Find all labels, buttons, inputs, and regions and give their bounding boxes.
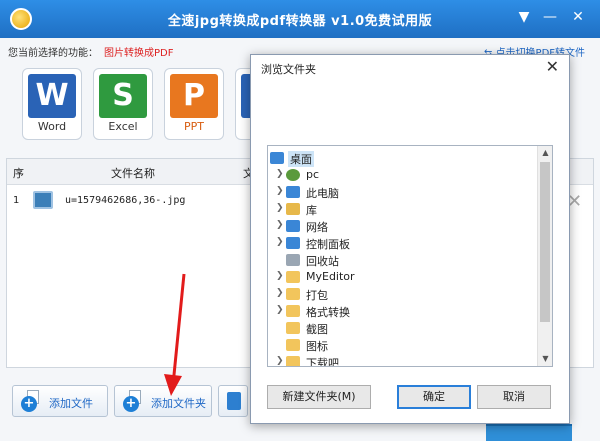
folder-tree: 桌面 ❯ pc ❯ 此电脑 ❯ 库 ❯ 网络 ❯ 控制面板 回收站 ❯ MyEditor ❯ 打包 ❯ 格式转换截… [267, 145, 553, 367]
app-window: 全速jpg转换成pdf转换器 v1.0免费试用版 ▼ — ✕ 您当前选择的功能：… [0, 0, 600, 441]
tree-item[interactable]: ❯ 库 [268, 201, 538, 218]
tree-item-label: 下载吧 [306, 357, 339, 367]
tree-item-label: 桌面 [288, 151, 314, 167]
scroll-up-icon[interactable]: ▲ [538, 146, 552, 160]
tree-item-label: 网络 [306, 221, 328, 234]
tree-item[interactable]: 图标 [268, 337, 538, 354]
tree-item-label: 图标 [306, 340, 328, 353]
folder-icon [286, 356, 300, 366]
scroll-thumb[interactable] [540, 162, 550, 322]
tree-item[interactable]: 截图 [268, 320, 538, 337]
add-file-button[interactable]: + 添加文件 [12, 385, 108, 417]
folder-icon [286, 305, 300, 317]
tree-item[interactable]: 回收站 [268, 252, 538, 269]
tree-item-label: 回收站 [306, 255, 339, 268]
ok-button[interactable]: 确定 [397, 385, 471, 409]
tree-item[interactable]: ❯ 网络 [268, 218, 538, 235]
word-icon: W [28, 74, 76, 118]
scroll-down-icon[interactable]: ▼ [538, 352, 552, 366]
tree-item-label: 库 [306, 204, 317, 217]
library-icon [286, 203, 300, 215]
tile-label: Excel [108, 120, 138, 133]
cancel-button[interactable]: 取消 [477, 385, 551, 409]
tree-item[interactable]: 桌面 [268, 150, 538, 167]
folder-icon [286, 288, 300, 300]
expand-arrow-icon[interactable]: ❯ [276, 237, 284, 247]
tree-item[interactable]: ❯ pc [268, 167, 538, 184]
excel-icon: S [99, 74, 147, 118]
image-file-icon [33, 191, 53, 209]
close-icon[interactable]: ✕ [568, 7, 588, 27]
cube-icon [227, 392, 241, 410]
tree-item-label: 控制面板 [306, 238, 350, 251]
expand-arrow-icon[interactable]: ❯ [276, 169, 284, 179]
tree-item[interactable]: ❯ MyEditor [268, 269, 538, 286]
expand-arrow-icon[interactable]: ❯ [276, 220, 284, 230]
minimize-icon[interactable]: — [540, 7, 560, 27]
dialog-close-icon[interactable]: ✕ [546, 57, 559, 76]
window-title: 全速jpg转换成pdf转换器 v1.0免费试用版 [167, 14, 433, 29]
third-toolbar-button[interactable] [218, 385, 248, 417]
new-folder-button[interactable]: 新建文件夹(M) [267, 385, 371, 409]
expand-arrow-icon[interactable]: ❯ [276, 271, 284, 281]
tree-item-label: pc [306, 168, 320, 181]
tile-label: Word [37, 120, 67, 133]
current-function: 图片转换成PDF [104, 48, 174, 59]
plus-icon: + [123, 396, 139, 412]
tree-item-label: 截图 [306, 323, 328, 336]
computer-icon [286, 186, 300, 198]
expand-arrow-icon[interactable]: ❯ [276, 305, 284, 315]
tile-label: PPT [184, 120, 204, 133]
tree-item-label: 格式转换 [306, 306, 350, 319]
control-panel-icon [286, 237, 300, 249]
tree-item[interactable]: ❯ 此电脑 [268, 184, 538, 201]
row-filename: u=1579462686,36-.jpg [65, 195, 186, 206]
tree-item-label: 此电脑 [306, 187, 339, 200]
tree-item[interactable]: ❯ 控制面板 [268, 235, 538, 252]
function-label: 您当前选择的功能： [8, 48, 98, 59]
user-icon [286, 169, 300, 181]
tree-item[interactable]: ❯ 格式转换 [268, 303, 538, 320]
tree-item-label: MyEditor [306, 270, 355, 283]
tile-word[interactable]: W Word [22, 68, 82, 140]
expand-arrow-icon[interactable]: ❯ [276, 288, 284, 298]
tree-scrollbar[interactable]: ▲ ▼ [537, 146, 552, 366]
expand-arrow-icon[interactable]: ❯ [276, 203, 284, 213]
ppt-icon: P [170, 74, 218, 118]
column-header-filename: 文件名称 [111, 167, 155, 180]
tree-item-label: 打包 [306, 289, 328, 302]
tile-excel[interactable]: S Excel [93, 68, 153, 140]
row-index: 1 [13, 195, 20, 206]
folder-icon [286, 271, 300, 283]
title-bar: 全速jpg转换成pdf转换器 v1.0免费试用版 ▼ — ✕ [0, 0, 600, 38]
annotation-arrow-icon [164, 273, 186, 396]
plus-icon: + [21, 396, 37, 412]
network-icon [286, 220, 300, 232]
add-file-label: 添加文件 [49, 397, 93, 410]
start-button-partial[interactable] [486, 424, 572, 441]
expand-arrow-icon[interactable]: ❯ [276, 186, 284, 196]
folder-icon [286, 339, 300, 351]
chevron-down-icon[interactable]: ▼ [514, 7, 534, 27]
dialog-title: 浏览文件夹 [261, 63, 316, 76]
tree-item[interactable]: ❯ 打包 [268, 286, 538, 303]
column-header-index: 序 [13, 167, 24, 180]
folder-icon [286, 322, 300, 334]
desktop-icon [270, 152, 284, 164]
tree-item[interactable]: ❯ 下载吧 [268, 354, 538, 367]
browse-folder-dialog: 浏览文件夹 ✕ 桌面 ❯ pc ❯ 此电脑 ❯ 库 ❯ 网络 ❯ 控制面板 回收站 ❯ MyEditor ❯… [250, 54, 570, 424]
expand-arrow-icon[interactable]: ❯ [276, 356, 284, 366]
tile-ppt[interactable]: P PPT [164, 68, 224, 140]
recycle-bin-icon [286, 254, 300, 266]
